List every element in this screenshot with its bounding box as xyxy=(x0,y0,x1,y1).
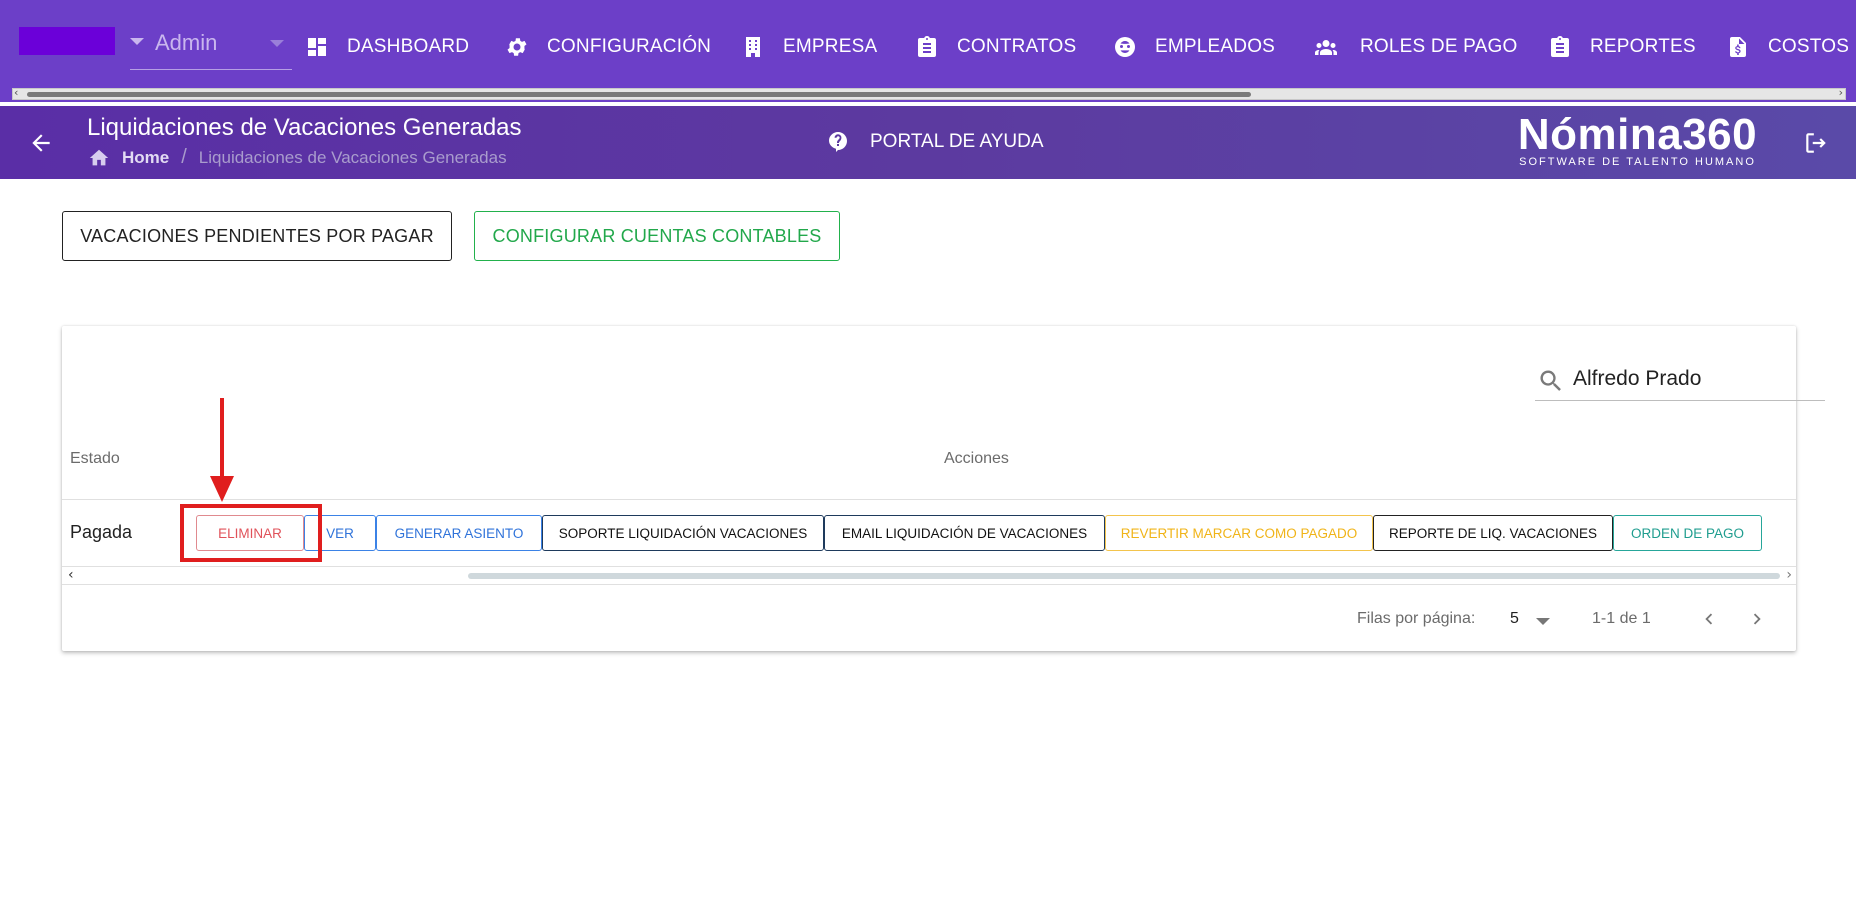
breadcrumb-current: Liquidaciones de Vacaciones Generadas xyxy=(198,147,507,167)
chevron-left-icon[interactable] xyxy=(1698,608,1720,630)
nav-item-label: REPORTES xyxy=(1590,36,1696,57)
table-horizontal-scrollbar[interactable]: ‹ › xyxy=(62,567,1796,583)
annotation-arrow-icon xyxy=(210,398,234,502)
divider xyxy=(62,584,1796,585)
column-header-acciones: Acciones xyxy=(944,450,1009,467)
scrollbar-thumb[interactable] xyxy=(27,92,1251,97)
logo-tagline: SOFTWARE DE TALENTO HUMANO xyxy=(1519,156,1756,168)
search-input[interactable] xyxy=(1573,363,1813,395)
people-icon xyxy=(1315,40,1337,55)
nav-item-roles-de-pago[interactable]: ROLES DE PAGO xyxy=(1310,30,1517,64)
help-portal-link[interactable]: PORTAL DE AYUDA xyxy=(826,130,1044,154)
face-icon xyxy=(1115,37,1135,57)
nav-item-label: EMPLEADOS xyxy=(1155,36,1276,57)
nav-item-costos[interactable]: COSTOS xyxy=(1726,30,1849,64)
nav-item-reportes[interactable]: REPORTES xyxy=(1548,30,1696,64)
scroll-right-arrow-icon[interactable]: › xyxy=(1786,567,1792,583)
logo-main-text: Nómina360 xyxy=(1517,110,1758,159)
divider xyxy=(62,499,1796,500)
results-card: Estado Acciones Pagada ELIMINAR VER GENE… xyxy=(62,326,1825,651)
pending-vacations-button[interactable]: VACACIONES PENDIENTES POR PAGAR xyxy=(62,211,452,261)
page-header: Liquidaciones de Vacaciones Generadas Ho… xyxy=(0,106,1856,179)
search-box[interactable] xyxy=(1535,359,1825,401)
revert-paid-button[interactable]: REVERTIR MARCAR COMO PAGADO xyxy=(1105,515,1373,551)
nav-item-label: CONFIGURACIÓN xyxy=(547,36,712,57)
dropdown-arrow-icon[interactable] xyxy=(270,40,284,47)
rows-per-page-label: Filas por página: xyxy=(1357,610,1476,627)
breadcrumb-separator: / xyxy=(181,146,187,168)
back-arrow-icon[interactable] xyxy=(28,130,54,156)
logout-icon[interactable] xyxy=(1803,130,1829,156)
divider xyxy=(62,566,1796,567)
nav-item-empresa[interactable]: EMPRESA xyxy=(741,30,877,64)
role-select-value: Admin xyxy=(155,30,218,55)
nav-item-label: DASHBOARD xyxy=(347,36,470,57)
brand-logo: Nómina360 SOFTWARE DE TALENTO HUMANO xyxy=(1515,110,1760,169)
nav-item-dashboard[interactable]: DASHBOARD xyxy=(305,30,469,64)
email-settlement-button[interactable]: EMAIL LIQUIDACIÓN DE VACACIONES xyxy=(824,515,1105,551)
search-icon xyxy=(1540,370,1561,391)
clipboard-icon xyxy=(918,36,936,57)
configure-accounts-button[interactable]: CONFIGURAR CUENTAS CONTABLES xyxy=(474,211,840,261)
invoice-dollar-icon xyxy=(1730,37,1746,57)
dashboard-icon xyxy=(308,38,326,56)
dropdown-arrow-icon[interactable] xyxy=(1536,618,1550,625)
scroll-left-arrow-icon[interactable]: ‹ xyxy=(14,86,18,99)
help-portal-label: PORTAL DE AYUDA xyxy=(870,131,1044,152)
scroll-right-arrow-icon[interactable]: › xyxy=(1839,86,1843,99)
column-header-estado[interactable]: Estado xyxy=(70,450,120,468)
status-cell: Pagada xyxy=(70,522,133,542)
nav-item-label: CONTRATOS xyxy=(957,36,1077,57)
help-icon xyxy=(829,132,847,152)
clipboard-list-icon xyxy=(1551,36,1569,57)
nav-item-empleados[interactable]: EMPLEADOS xyxy=(1113,30,1275,64)
breadcrumb: Home / Liquidaciones de Vacaciones Gener… xyxy=(88,146,507,169)
chevron-right-icon[interactable] xyxy=(1746,608,1768,630)
top-navigation: Admin DASHBOARD CONFIGURACIÓN EMPRESA CO… xyxy=(0,0,1856,102)
building-icon xyxy=(746,37,760,57)
nav-item-label: COSTOS xyxy=(1768,36,1850,57)
nav-item-label: ROLES DE PAGO xyxy=(1360,36,1518,57)
rows-per-page-select[interactable]: 5 xyxy=(1510,610,1519,628)
generate-entry-button[interactable]: GENERAR ASIENTO xyxy=(376,515,542,551)
nav-item-contratos[interactable]: CONTRATOS xyxy=(915,30,1076,64)
annotation-highlight-box xyxy=(180,504,322,562)
home-icon[interactable] xyxy=(88,147,110,169)
breadcrumb-home-link[interactable]: Home xyxy=(122,148,169,168)
support-document-button[interactable]: SOPORTE LIQUIDACIÓN VACACIONES xyxy=(542,515,824,551)
role-select[interactable]: Admin xyxy=(130,22,292,70)
nav-horizontal-scrollbar[interactable]: ‹ › xyxy=(12,86,1846,100)
scrollbar-thumb[interactable] xyxy=(468,573,1780,579)
payment-order-button[interactable]: ORDEN DE PAGO xyxy=(1613,515,1762,551)
pagination-range: 1-1 de 1 xyxy=(1592,610,1651,627)
caret-down-icon xyxy=(130,38,144,45)
settlement-report-button[interactable]: REPORTE DE LIQ. VACACIONES xyxy=(1373,515,1613,551)
scroll-left-arrow-icon[interactable]: ‹ xyxy=(68,567,74,583)
page-title: Liquidaciones de Vacaciones Generadas xyxy=(87,114,522,141)
nav-item-label: EMPRESA xyxy=(783,36,878,57)
nav-item-configuracion[interactable]: CONFIGURACIÓN xyxy=(505,30,711,64)
redacted-logo xyxy=(19,27,115,55)
gear-icon xyxy=(507,38,527,56)
